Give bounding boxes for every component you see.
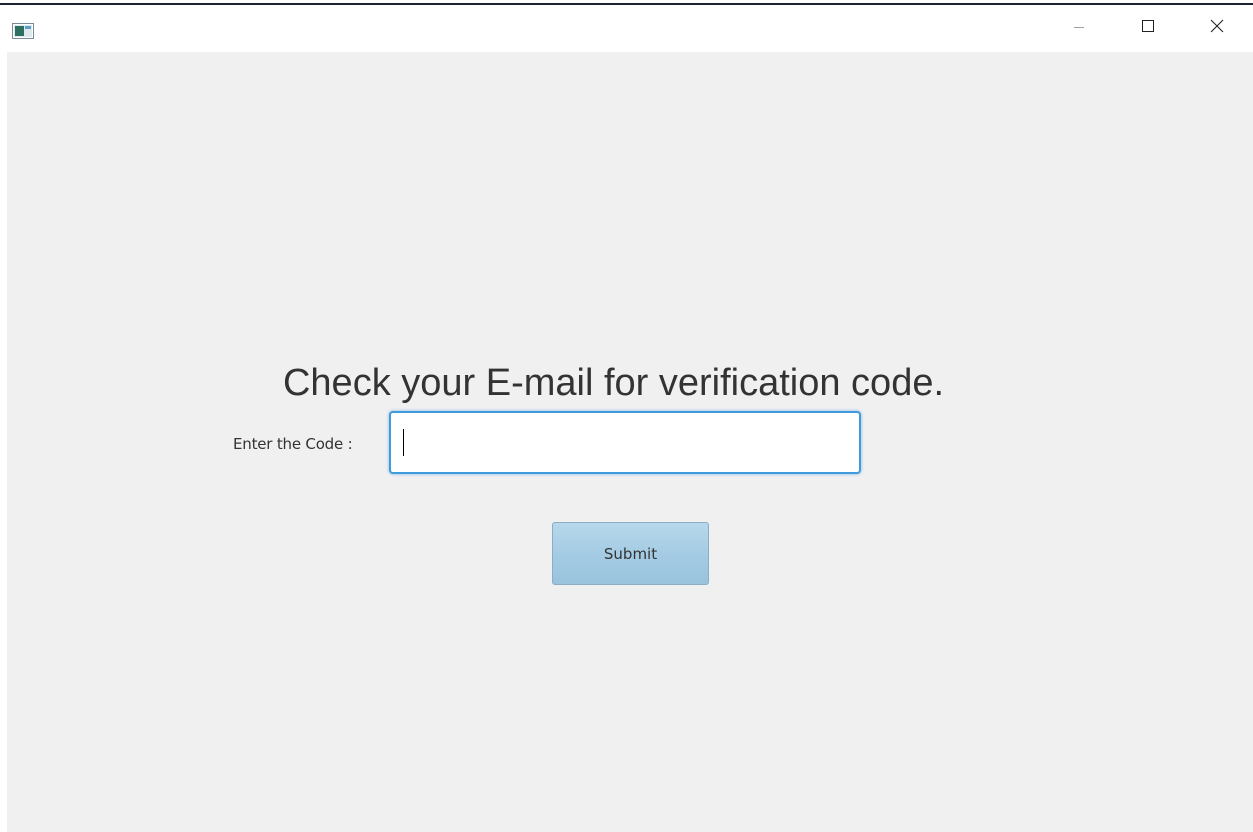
minimize-icon [1073, 20, 1085, 38]
maximize-icon [1141, 19, 1155, 38]
page-title: Check your E-mail for verification code. [282, 362, 945, 404]
maximize-button[interactable] [1125, 5, 1171, 52]
close-icon [1210, 19, 1224, 38]
submit-button[interactable]: Submit [552, 522, 709, 585]
minimize-button[interactable] [1056, 5, 1102, 52]
app-icon [12, 23, 34, 39]
code-label: Enter the Code : [233, 435, 353, 453]
close-button[interactable] [1194, 5, 1240, 52]
text-caret [403, 429, 404, 456]
code-input[interactable] [389, 411, 861, 474]
app-window: Check your E-mail for verification code.… [0, 0, 1253, 832]
